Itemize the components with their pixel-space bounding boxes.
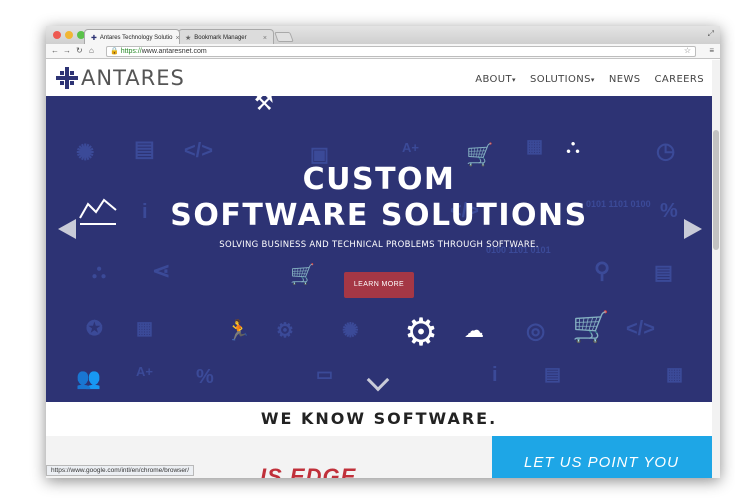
headline-line-2: SOFTWARE SOLUTIONS (170, 198, 588, 233)
star-favicon-icon: ★ (185, 35, 192, 42)
clock-icon: ◷ (656, 138, 676, 163)
nav-solutions[interactable]: SOLUTIONS▾ (530, 74, 595, 85)
share-icon: ⋖ (152, 258, 171, 283)
people-icon: 👥 (76, 368, 101, 390)
learn-more-button[interactable]: LEARN MORE (344, 272, 414, 298)
tab-title: Antares Technology Solutio (99, 35, 173, 41)
browser-icon: ▦ (136, 318, 154, 338)
code-icon: </> (626, 318, 655, 340)
org-chart-icon: ⛬ (566, 136, 580, 158)
site-header: ANTARES ABOUT▾ SOLUTIONS▾ NEWS CAREERS (46, 60, 716, 96)
home-icon[interactable]: ⌂ (89, 46, 94, 55)
nav-about[interactable]: ABOUT▾ (475, 74, 516, 85)
hero-headline: CUSTOM SOFTWARE SOLUTIONS (46, 162, 712, 234)
address-bar[interactable]: 🔒 https://www.antaresnet.com ☆ (106, 46, 696, 57)
chart-board-icon: ▦ (666, 364, 684, 384)
feature-heading-partial: IS EDGE (260, 464, 357, 478)
tab-bookmark-manager[interactable]: ★ Bookmark Manager × (178, 29, 274, 44)
grade-icon: A+ (402, 140, 419, 155)
tab-antares[interactable]: ✚ Antares Technology Solutio × (84, 29, 180, 44)
feature-right-heading: LET US POINT YOU (524, 454, 679, 471)
checklist-icon: ▤ (544, 364, 562, 384)
nav-solutions-label: SOLUTIONS (529, 74, 591, 85)
grade-icon: A+ (136, 364, 153, 379)
status-bar-url: https://www.google.com/intl/en/chrome/br… (46, 465, 195, 476)
brain-icon: ✺ (342, 320, 359, 342)
fullscreen-icon[interactable]: ⤢ (708, 29, 714, 39)
nav-careers[interactable]: CAREERS (654, 74, 704, 85)
gear-icon: ⚙ (276, 320, 294, 342)
hero-tagline: SOLVING BUSINESS AND TECHNICAL PROBLEMS … (219, 240, 539, 250)
browser-toolbar: ← → ↻ ⌂ 🔒 https://www.antaresnet.com ☆ ≡ (46, 44, 720, 59)
lightbulb-icon: ✪ (86, 318, 103, 340)
close-tab-icon[interactable]: × (263, 35, 267, 42)
slider-next-arrow-icon[interactable] (684, 219, 702, 239)
nav-news[interactable]: NEWS (609, 74, 641, 85)
tagline-band: WE KNOW SOFTWARE. (46, 402, 712, 436)
slider-prev-arrow-icon[interactable] (58, 219, 76, 239)
cart-icon: 🛒 (290, 264, 315, 286)
antares-favicon-icon: ✚ (91, 35, 97, 42)
scroll-down-chevron-icon[interactable] (366, 368, 390, 392)
info-icon: i (492, 364, 498, 386)
tab-title: Bookmark Manager (194, 35, 247, 41)
code-icon: </> (184, 140, 213, 162)
scrollbar-thumb[interactable] (713, 130, 719, 250)
clipboard-icon: ▤ (134, 136, 155, 161)
site-logo[interactable]: ANTARES (56, 66, 185, 90)
bookmark-star-icon[interactable]: ☆ (684, 46, 691, 56)
headline-line-1: CUSTOM (302, 162, 456, 197)
checklist-icon: ▤ (654, 262, 673, 284)
hero-slider: ✺ ▤ </> ▣ 🛒 ▦ ◷ % i ⛬ ⋖ 🛒 0100 1101 0101… (46, 96, 712, 402)
calendar-icon: ▦ (526, 136, 544, 156)
lock-icon: 🔒 (110, 48, 119, 55)
close-tab-icon[interactable]: × (175, 35, 179, 42)
wrench-icon: ⚒ (254, 96, 274, 115)
cloud-upload-icon: ☁ (464, 320, 484, 342)
shopping-cart-icon: 🛒 (572, 311, 610, 344)
tab-strip: ✚ Antares Technology Solutio × ★ Bookmar… (46, 26, 720, 44)
browser-window: ✚ Antares Technology Solutio × ★ Bookmar… (46, 26, 720, 478)
chevron-down-icon: ▾ (512, 76, 516, 84)
feature-panel-right: LET US POINT YOU (492, 436, 712, 478)
search-icon: ⚲ (594, 258, 611, 283)
main-nav: ABOUT▾ SOLUTIONS▾ NEWS CAREERS (475, 74, 704, 85)
back-icon[interactable]: ← (51, 46, 59, 55)
terminal-icon: ▭ (316, 364, 334, 384)
tagline-band-text: WE KNOW SOFTWARE. (260, 409, 498, 428)
percent-icon: % (196, 366, 214, 388)
chevron-down-icon: ▾ (590, 76, 595, 84)
new-tab-button[interactable] (274, 32, 294, 42)
gear-icon: ⚙ (404, 312, 439, 354)
close-window-button[interactable] (53, 31, 61, 39)
runner-icon: 🏃 (226, 320, 251, 342)
antares-star-icon (56, 67, 78, 89)
refresh-icon: ◎ (526, 318, 546, 343)
url-scheme: https:// (120, 48, 142, 55)
url-host: www.antaresnet.com (141, 48, 207, 55)
page-scrollbar[interactable] (712, 60, 720, 478)
menu-icon[interactable]: ≡ (709, 46, 714, 55)
reload-icon[interactable]: ↻ (76, 46, 83, 55)
forward-icon[interactable]: → (63, 46, 71, 55)
minimize-window-button[interactable] (65, 31, 73, 39)
nav-about-label: ABOUT (475, 74, 513, 85)
logo-text: ANTARES (81, 66, 185, 90)
network-icon: ⛬ (92, 261, 106, 283)
window-controls (53, 31, 85, 39)
